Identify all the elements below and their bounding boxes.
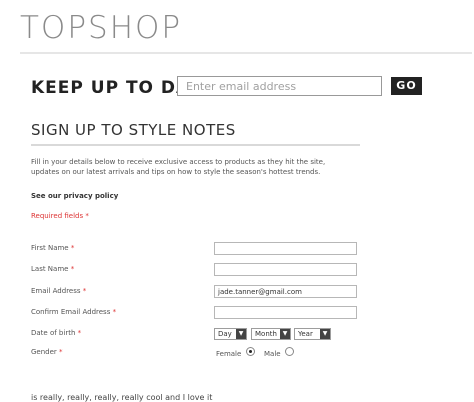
chevron-down-icon: ▼ [320, 329, 330, 339]
newsletter-email-input[interactable]: Enter email address [177, 76, 382, 96]
first-name-label: First Name * [31, 244, 75, 252]
dob-month-value: Month [255, 330, 277, 338]
signup-divider [31, 144, 360, 146]
gender-label: Gender * [31, 348, 63, 356]
dob-year-select[interactable]: Year ▼ [294, 328, 331, 340]
required-fields-note: Required fields * [31, 212, 89, 220]
signup-intro: Fill in your details below to receive ex… [31, 157, 371, 177]
dob-year-value: Year [298, 330, 313, 338]
chevron-down-icon: ▼ [280, 329, 290, 339]
confirm-email-field[interactable] [214, 306, 357, 319]
topshop-logo[interactable]: TOPSHOP [20, 10, 182, 46]
confirm-email-label: Confirm Email Address * [31, 308, 117, 316]
dob-day-value: Day [218, 330, 232, 338]
intro-line-2: updates on our latest arrivals and tips … [31, 168, 321, 176]
male-label: Male [264, 350, 281, 358]
female-label: Female [216, 350, 242, 358]
email-field[interactable]: jade.tanner@gmail.com [214, 285, 357, 298]
last-name-field[interactable] [214, 263, 357, 276]
dob-day-select[interactable]: Day ▼ [214, 328, 247, 340]
dob-month-select[interactable]: Month ▼ [251, 328, 291, 340]
header-divider [20, 52, 472, 54]
chevron-down-icon: ▼ [236, 329, 246, 339]
female-radio[interactable] [246, 347, 255, 356]
male-radio[interactable] [285, 347, 294, 356]
privacy-policy-link[interactable]: See our privacy policy [31, 192, 118, 200]
intro-line-1: Fill in your details below to receive ex… [31, 158, 326, 166]
footer-caption: is really, really, really, really cool a… [31, 393, 213, 402]
go-button[interactable]: GO [391, 77, 422, 95]
email-label: Email Address * [31, 287, 87, 295]
last-name-label: Last Name * [31, 265, 75, 273]
signup-heading: SIGN UP TO STYLE NOTES [31, 121, 236, 139]
dob-label: Date of birth * [31, 329, 82, 337]
first-name-field[interactable] [214, 242, 357, 255]
